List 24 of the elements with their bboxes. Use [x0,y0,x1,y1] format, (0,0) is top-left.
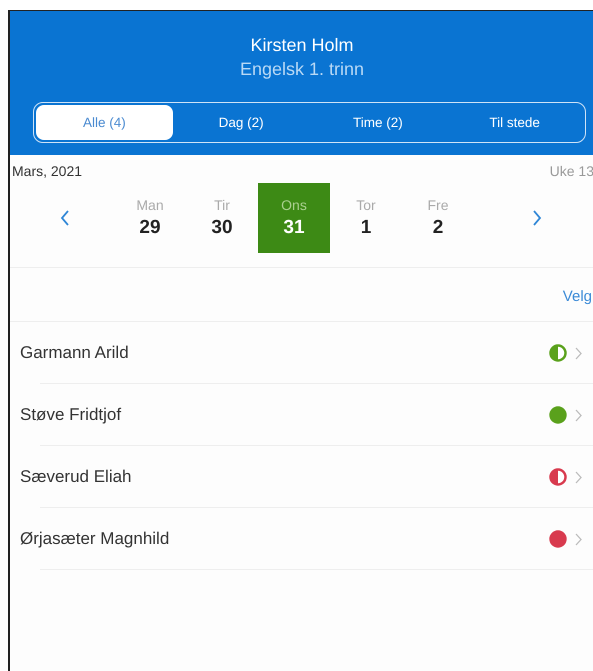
filter-tab[interactable]: Til stede [446,105,583,140]
class-name: Engelsk 1. trinn [240,59,364,80]
day-button[interactable]: Fre 2 [402,183,474,253]
student-name: Garmann Arild [19,343,130,363]
student-name: Ørjasæter Magnhild [19,529,170,549]
student-name: Sæverud Eliah [19,467,133,487]
day-button[interactable]: Ons 31 [258,183,330,253]
day-button[interactable]: Tor 1 [330,183,402,253]
select-link[interactable]: Velg [562,288,592,305]
filter-tab[interactable]: Time (2) [310,105,446,140]
chevron-icon [575,532,582,546]
next-icon[interactable] [532,209,542,227]
chevron-icon [575,408,582,422]
day-button[interactable]: Tir 30 [186,183,258,253]
student-name: Støve Fridtjof [19,405,122,425]
filter-tab[interactable]: Dag (2) [172,105,310,140]
teacher-name: Kirsten Holm [250,35,354,56]
chevron-icon [575,470,582,484]
chevron-icon [575,346,582,360]
filter-tab[interactable]: Alle (4) [36,105,173,140]
month-label: Mars, 2021 [12,163,82,179]
week-label: Uke 13 [550,163,593,179]
previous-icon[interactable] [60,209,70,227]
day-button[interactable]: Man 29 [114,183,186,253]
